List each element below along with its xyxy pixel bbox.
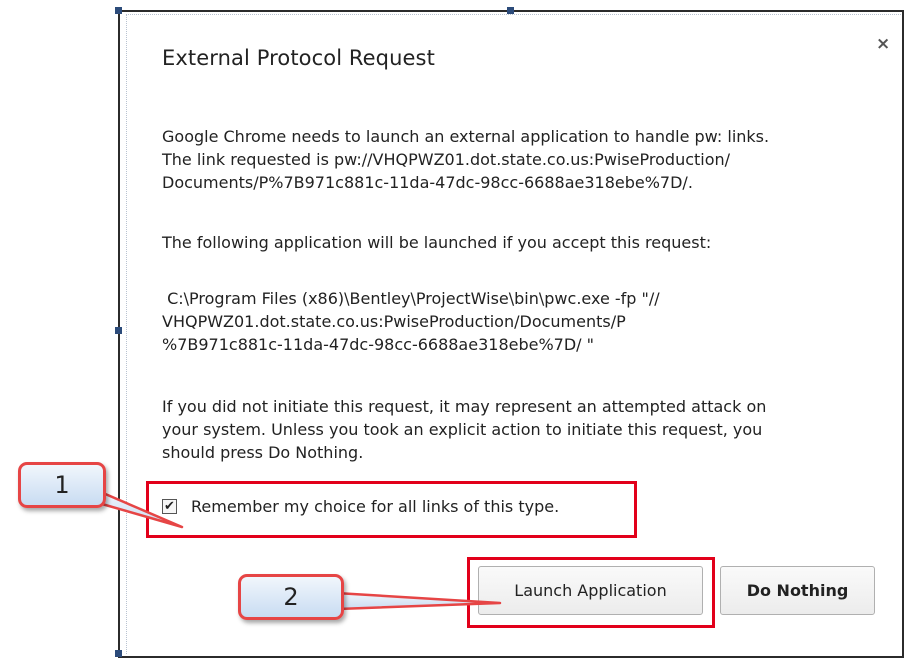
callout-2-pointer: [334, 591, 502, 611]
screenshot-page: External Protocol Request × Google Chrom…: [0, 0, 910, 660]
callout-1-pointer: [94, 488, 184, 529]
callout-1: 1: [18, 462, 106, 508]
callout-2: 2: [238, 574, 344, 620]
callout-pointers: [94, 488, 502, 611]
